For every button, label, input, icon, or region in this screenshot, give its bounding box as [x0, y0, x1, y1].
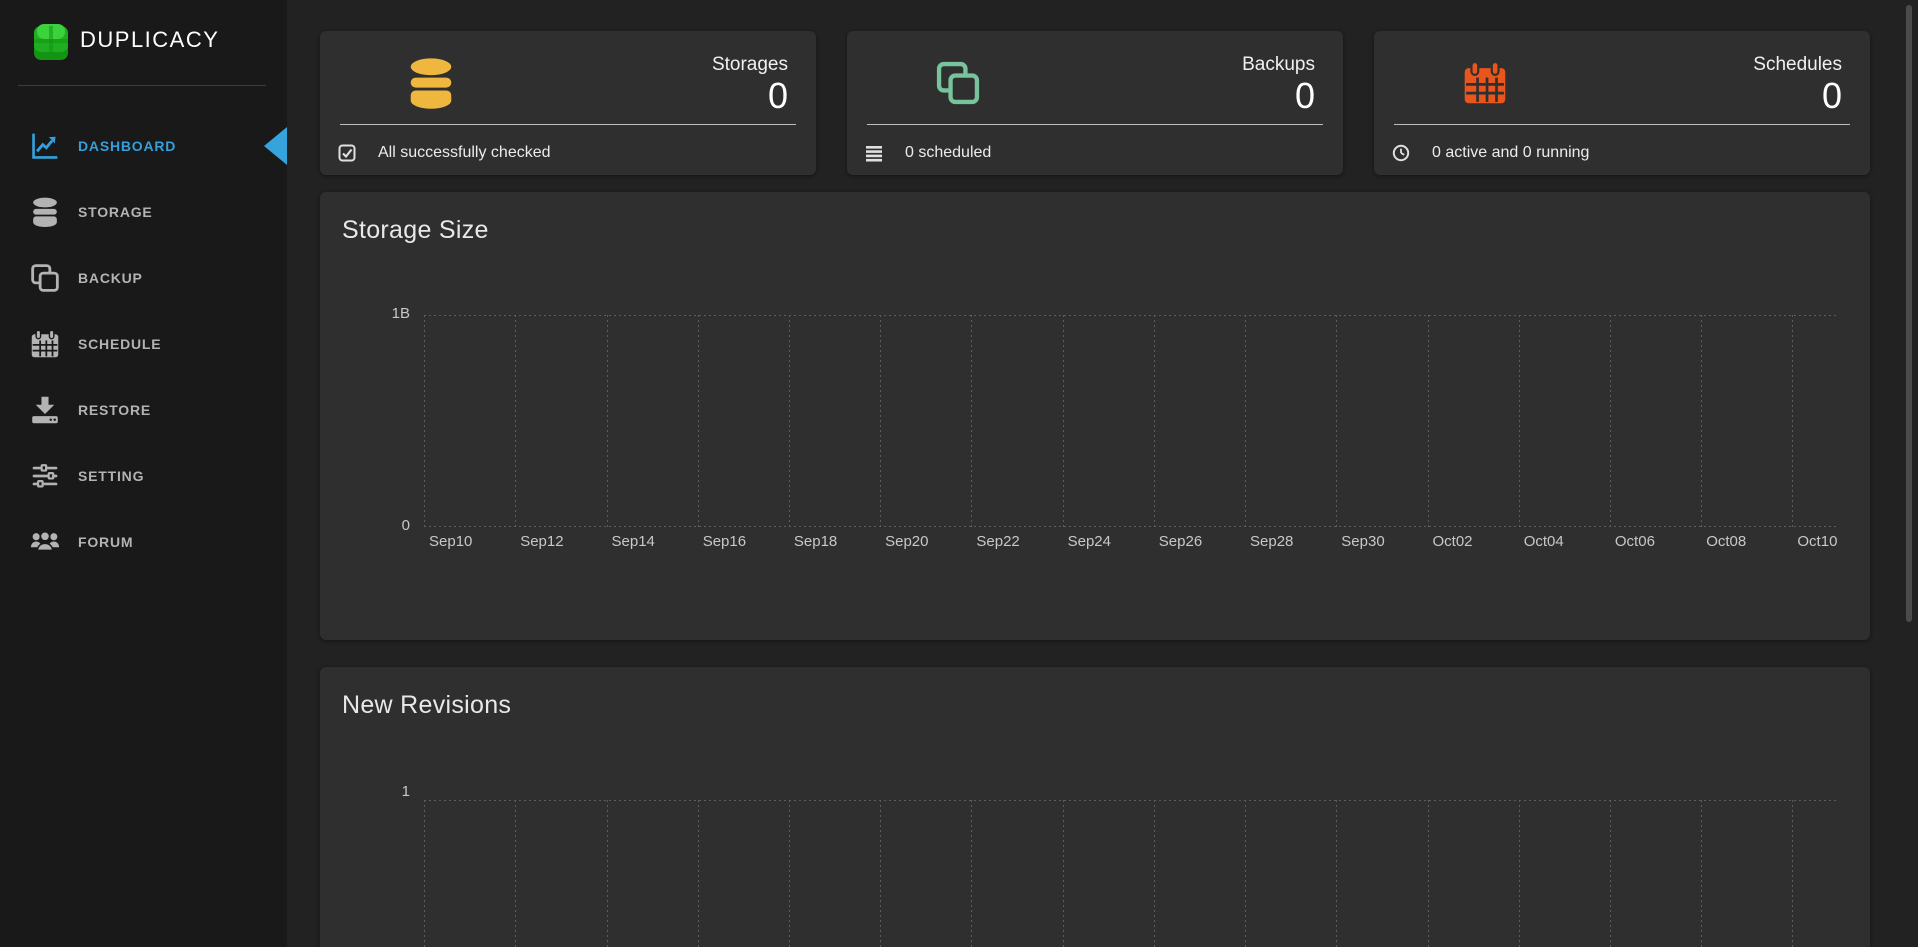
card-value: 0	[1822, 75, 1842, 117]
chart-grid	[424, 315, 1838, 527]
x-tick-label: Oct08	[1706, 533, 1746, 550]
card-footer-text: All successfully checked	[378, 144, 551, 162]
card-footer-text: 0 active and 0 running	[1432, 144, 1589, 162]
sidebar: DUPLICACY DASHBOARD STORAGE	[0, 0, 287, 947]
card-value: 0	[1295, 75, 1315, 117]
x-tick-label: Oct02	[1433, 533, 1473, 550]
database-icon	[30, 197, 60, 227]
sidebar-item-label: STORAGE	[78, 204, 153, 220]
x-tick-label: Sep14	[612, 533, 655, 550]
vertical-scrollbar-thumb[interactable]	[1906, 5, 1912, 622]
sidebar-item-forum[interactable]: FORUM	[0, 509, 287, 575]
x-tick-label: Sep28	[1250, 533, 1293, 550]
x-tick-label: Sep18	[794, 533, 837, 550]
calendar-icon	[30, 329, 60, 359]
y-tick-label: 0	[322, 517, 410, 534]
x-tick-label: Sep12	[520, 533, 563, 550]
chart-title: Storage Size	[342, 216, 489, 245]
chart-title: New Revisions	[342, 691, 511, 720]
active-item-marker	[264, 127, 287, 165]
x-tick-label: Oct06	[1615, 533, 1655, 550]
card-divider	[340, 124, 796, 125]
duplicacy-cube-icon	[30, 20, 72, 62]
y-tick-label: 1	[322, 783, 410, 800]
sidebar-item-restore[interactable]: RESTORE	[0, 377, 287, 443]
x-tick-label: Sep30	[1341, 533, 1384, 550]
x-tick-label: Sep22	[976, 533, 1019, 550]
card-label: Backups	[1242, 54, 1315, 76]
card-footer-text: 0 scheduled	[905, 144, 991, 162]
sliders-icon	[30, 461, 60, 491]
sidebar-item-dashboard[interactable]: DASHBOARD	[0, 113, 287, 179]
sidebar-nav: DASHBOARD STORAGE BACKUP	[0, 113, 287, 575]
x-tick-label: Sep10	[429, 533, 472, 550]
x-tick-label: Sep26	[1159, 533, 1202, 550]
x-tick-label: Sep16	[703, 533, 746, 550]
sidebar-divider	[18, 85, 266, 86]
copy-icon	[30, 263, 60, 293]
sidebar-item-label: DASHBOARD	[78, 138, 176, 154]
clock-icon	[1392, 144, 1410, 162]
calendar-icon	[1462, 57, 1508, 109]
sidebar-item-schedule[interactable]: SCHEDULE	[0, 311, 287, 377]
x-tick-label: Sep20	[885, 533, 928, 550]
x-tick-label: Oct04	[1524, 533, 1564, 550]
app-title: DUPLICACY	[80, 27, 219, 53]
card-divider	[1394, 124, 1850, 125]
list-icon	[865, 144, 883, 162]
x-tick-label: Oct10	[1797, 533, 1837, 550]
sidebar-item-backup[interactable]: BACKUP	[0, 245, 287, 311]
sidebar-item-storage[interactable]: STORAGE	[0, 179, 287, 245]
line-chart-icon	[30, 131, 60, 161]
check-square-icon	[338, 144, 356, 162]
x-tick-label: Sep24	[1068, 533, 1111, 550]
sidebar-item-label: RESTORE	[78, 402, 151, 418]
schedules-card: Schedules 0 0 active and 0 running	[1374, 31, 1870, 175]
sidebar-item-label: SCHEDULE	[78, 336, 161, 352]
sidebar-item-setting[interactable]: SETTING	[0, 443, 287, 509]
chart-x-axis: Sep10 Sep12 Sep14 Sep16 Sep18 Sep20 Sep22 Sep24…	[320, 533, 1870, 553]
storage-size-panel: Storage Size 1B 0 Sep10Sep12Sep14Sep16Se…	[320, 192, 1870, 640]
card-label: Schedules	[1753, 54, 1842, 76]
app-logo: DUPLICACY	[0, 18, 287, 66]
chart-grid	[424, 800, 1838, 947]
card-divider	[867, 124, 1323, 125]
database-icon	[408, 57, 454, 109]
sidebar-item-label: SETTING	[78, 468, 144, 484]
sidebar-item-label: FORUM	[78, 534, 133, 550]
sidebar-item-label: BACKUP	[78, 270, 143, 286]
download-icon	[30, 395, 60, 425]
card-label: Storages	[712, 54, 788, 76]
new-revisions-panel: New Revisions 1	[320, 667, 1870, 947]
backups-card: Backups 0 0 scheduled	[847, 31, 1343, 175]
card-value: 0	[768, 75, 788, 117]
users-icon	[30, 527, 60, 557]
storages-card: Storages 0 All successfully checked	[320, 31, 816, 175]
copy-icon	[935, 57, 981, 109]
y-tick-label: 1B	[322, 305, 410, 322]
